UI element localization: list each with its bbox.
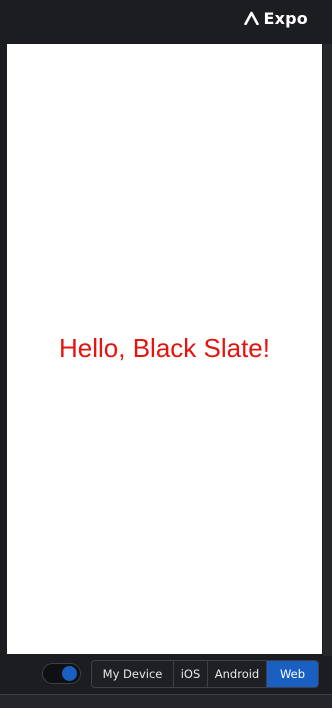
top-bar: Expo bbox=[0, 0, 332, 44]
expo-chevron-icon bbox=[243, 11, 259, 25]
bottom-strip bbox=[0, 694, 332, 708]
platform-tab-web[interactable]: Web bbox=[267, 661, 318, 687]
expo-brand-label: Expo bbox=[263, 8, 308, 28]
platform-tab-my-device[interactable]: My Device bbox=[92, 661, 174, 687]
platform-tab-ios[interactable]: iOS bbox=[174, 661, 208, 687]
expo-logo[interactable]: Expo bbox=[243, 6, 309, 30]
platform-selector: My Device iOS Android Web bbox=[91, 660, 319, 688]
platform-tab-android[interactable]: Android bbox=[208, 661, 267, 687]
panel-edge bbox=[323, 44, 332, 656]
toggle-knob bbox=[62, 666, 77, 681]
preview-toggle[interactable] bbox=[42, 663, 81, 684]
device-preview: Hello, Black Slate! bbox=[7, 44, 322, 654]
preview-message: Hello, Black Slate! bbox=[59, 333, 270, 363]
